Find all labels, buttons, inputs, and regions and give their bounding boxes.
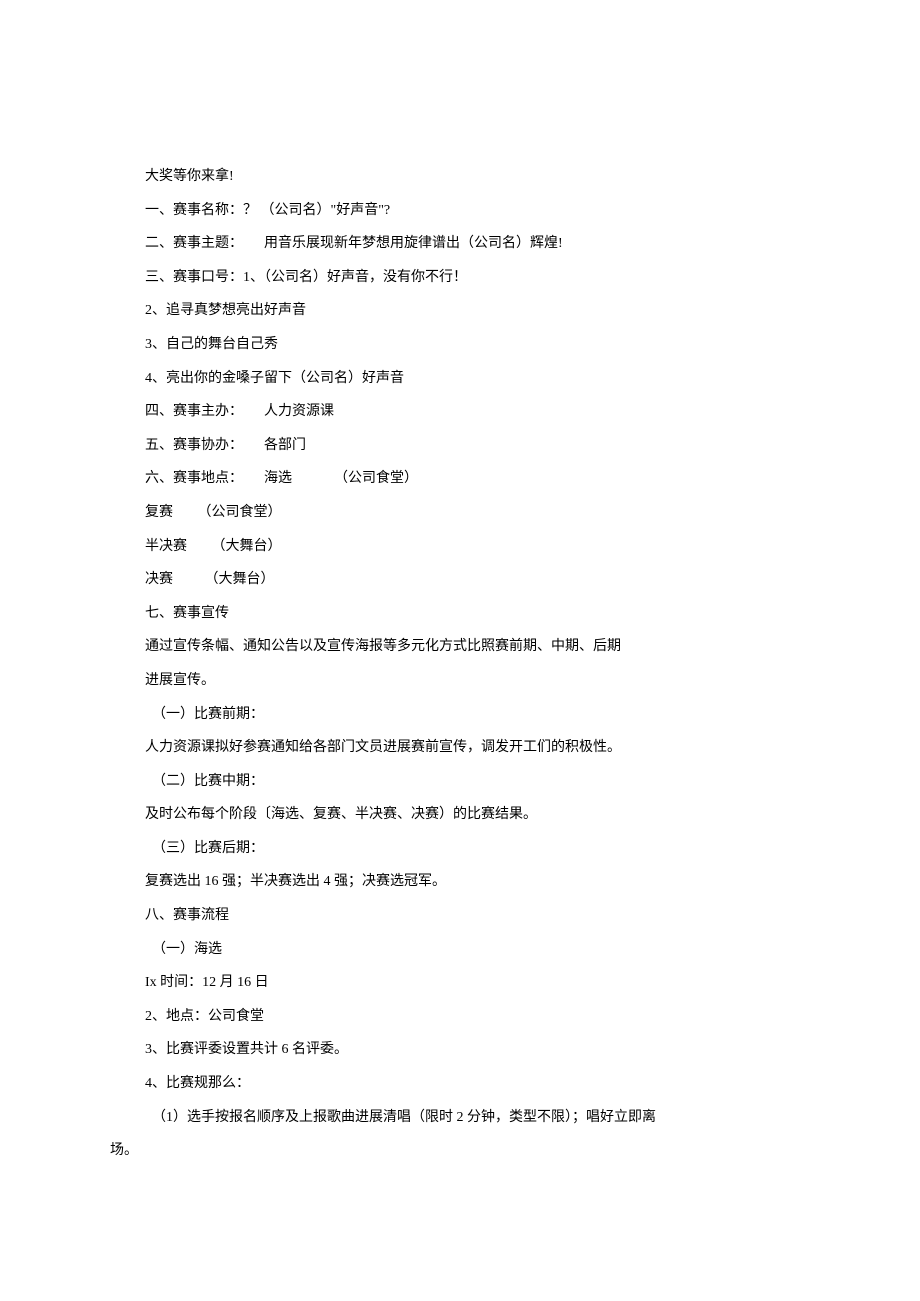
text-line: 通过宣传条幅、通知公告以及宣传海报等多元化方式比照赛前期、中期、后期	[110, 630, 810, 664]
text-line: 人力资源课拟好参赛通知给各部门文员进展赛前宣传，调发开工们的积极性。	[110, 731, 810, 765]
text-line: Ix 时间：12 月 16 日	[110, 966, 810, 1000]
text-line: 2、追寻真梦想亮出好声音	[110, 294, 810, 328]
text-line: （1）选手按报名顺序及上报歌曲进展清唱（限时 2 分钟，类型不限）；唱好立即离	[110, 1101, 810, 1135]
text-line: 4、比赛规那么：	[110, 1067, 810, 1101]
text-line: 三、赛事口号：1、（公司名）好声音，没有你不行！	[110, 261, 810, 295]
text-line: 六、赛事地点： 海选 （公司食堂）	[110, 462, 810, 496]
document-body: 大奖等你来拿!一、赛事名称：？ （公司名）"好声音"?二、赛事主题： 用音乐展现…	[110, 160, 810, 1168]
text-line: （一）比赛前期：	[110, 698, 810, 732]
text-line: 3、比赛评委设置共计 6 名评委。	[110, 1033, 810, 1067]
text-line: 3、自己的舞台自己秀	[110, 328, 810, 362]
text-line: 四、赛事主办： 人力资源课	[110, 395, 810, 429]
text-line: 一、赛事名称：？ （公司名）"好声音"?	[110, 194, 810, 228]
text-line: 决赛 （大舞台）	[110, 563, 810, 597]
text-line: 及时公布每个阶段〔海选、复赛、半决赛、决赛）的比赛结果。	[110, 798, 810, 832]
text-line: 二、赛事主题： 用音乐展现新年梦想用旋律谱出（公司名）辉煌!	[110, 227, 810, 261]
text-line: 八、赛事流程	[110, 899, 810, 933]
text-line: 半决赛 （大舞台）	[110, 530, 810, 564]
text-line: 2、地点：公司食堂	[110, 1000, 810, 1034]
text-line: 七、赛事宣传	[110, 597, 810, 631]
text-line: （三）比赛后期：	[110, 832, 810, 866]
text-line: 进展宣传。	[110, 664, 810, 698]
text-line: 复赛 （公司食堂）	[110, 496, 810, 530]
text-line: 场。	[110, 1134, 810, 1168]
text-line: （二）比赛中期：	[110, 765, 810, 799]
text-line: 五、赛事协办： 各部门	[110, 429, 810, 463]
text-line: 大奖等你来拿!	[110, 160, 810, 194]
text-line: （一）海选	[110, 933, 810, 967]
document-page: 大奖等你来拿!一、赛事名称：？ （公司名）"好声音"?二、赛事主题： 用音乐展现…	[0, 0, 920, 1268]
text-line: 复赛选出 16 强；半决赛选出 4 强；决赛选冠军。	[110, 865, 810, 899]
text-line: 4、亮出你的金嗓子留下（公司名）好声音	[110, 362, 810, 396]
